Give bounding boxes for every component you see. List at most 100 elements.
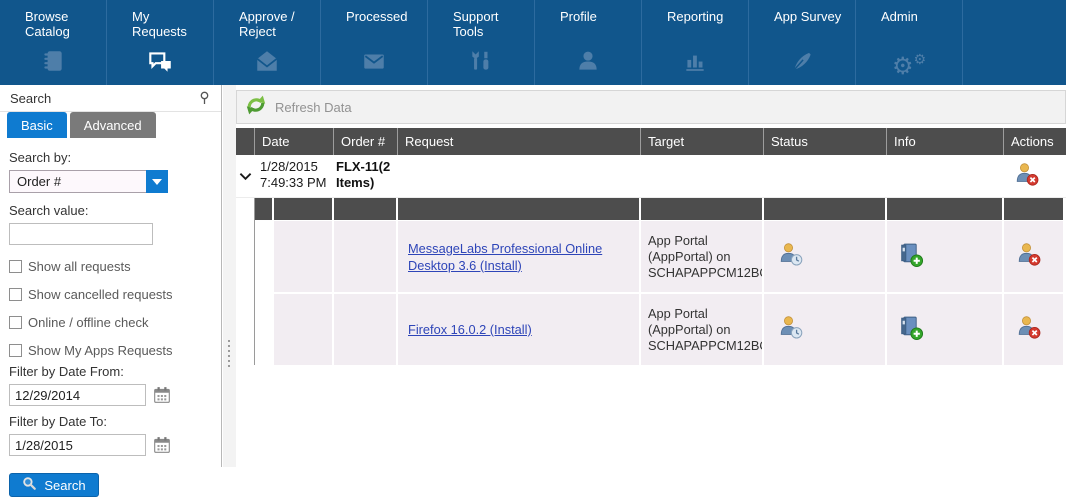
pin-icon[interactable] [198, 91, 211, 105]
survey-pen-icon [789, 48, 815, 79]
request-link[interactable]: Firefox 16.0.2 (Install) [408, 321, 532, 338]
request-link[interactable]: MessageLabs Professional Online Desktop … [408, 240, 629, 274]
column-header-request[interactable]: Request [397, 128, 640, 155]
status-cell [764, 294, 887, 365]
checkbox-label: Show My Apps Requests [28, 343, 173, 358]
checkbox-show-all-requests[interactable]: Show all requests [9, 259, 221, 274]
date-from-label: Filter by Date From: [9, 364, 221, 379]
nav-processed[interactable]: Processed [321, 0, 428, 85]
checkbox-box[interactable] [9, 344, 22, 357]
nav-approve-reject[interactable]: Approve / Reject [214, 0, 321, 85]
group-order-number: FLX-11(2 Items) [333, 155, 397, 197]
search-by-value: Order # [9, 170, 146, 193]
search-button-label: Search [44, 478, 85, 493]
search-button[interactable]: Search [9, 473, 99, 497]
info-cell [887, 221, 1004, 292]
nested-items-grid: MessageLabs Professional Online Desktop … [254, 198, 1066, 365]
refresh-icon[interactable] [245, 94, 267, 121]
magnifier-icon [22, 476, 37, 494]
calendar-icon[interactable] [153, 436, 171, 454]
expander-column-header [236, 128, 254, 155]
panel-splitter[interactable] [223, 85, 236, 467]
group-actions-cell [1003, 155, 1066, 197]
date-to-input[interactable] [9, 434, 146, 456]
package-add-icon[interactable] [897, 314, 924, 346]
nav-reporting[interactable]: Reporting [642, 0, 749, 85]
checkbox-show-my-apps-requests[interactable]: Show My Apps Requests [9, 343, 221, 358]
dropdown-button[interactable] [146, 170, 168, 193]
request-cell: Firefox 16.0.2 (Install) [398, 294, 641, 365]
status-cell [764, 221, 887, 292]
requests-grid: Date Order # Request Target Status Info … [236, 128, 1066, 365]
nested-header-row [255, 198, 1066, 220]
user-cancel-icon[interactable] [1016, 314, 1042, 345]
nav-app-survey[interactable]: App Survey [749, 0, 856, 85]
nav-browse-catalog[interactable]: Browse Catalog [0, 0, 107, 85]
calendar-icon[interactable] [153, 386, 171, 404]
gears-icon: ⚙⚙ [892, 48, 926, 78]
tab-basic[interactable]: Basic [7, 112, 67, 138]
date-to-label: Filter by Date To: [9, 414, 221, 429]
nav-label: Reporting [642, 9, 748, 45]
user-pending-icon[interactable] [778, 314, 804, 345]
user-cancel-icon[interactable] [1014, 161, 1040, 192]
package-add-icon[interactable] [897, 241, 924, 273]
nav-admin[interactable]: Admin ⚙⚙ [856, 0, 963, 85]
date-from-input[interactable] [9, 384, 146, 406]
search-value-label: Search value: [9, 203, 221, 218]
envelope-open-icon [254, 48, 280, 79]
column-header-actions[interactable]: Actions [1003, 128, 1066, 155]
search-value-input[interactable] [9, 223, 153, 245]
checkbox-label: Show all requests [28, 259, 131, 274]
checkbox-box[interactable] [9, 316, 22, 329]
column-header-status[interactable]: Status [763, 128, 886, 155]
nav-profile[interactable]: Profile [535, 0, 642, 85]
date-cell [274, 294, 334, 365]
nav-label: Processed [321, 9, 427, 45]
nav-label: Support Tools [428, 9, 534, 45]
user-pending-icon[interactable] [778, 241, 804, 272]
target-cell: App Portal (AppPortal) on SCHAPAPPCM12BO… [641, 221, 764, 292]
envelope-icon [361, 48, 387, 79]
date-cell [274, 221, 334, 292]
search-tabs: Basic Advanced [0, 112, 221, 138]
nav-label: Admin [856, 9, 962, 45]
column-header-date[interactable]: Date [254, 128, 333, 155]
search-sidebar: Search Basic Advanced Search by: Order #… [0, 85, 222, 467]
grid-header-row: Date Order # Request Target Status Info … [236, 128, 1066, 155]
requests-panel: Refresh Data Date Order # Request Target… [236, 85, 1066, 467]
nav-support-tools[interactable]: Support Tools [428, 0, 535, 85]
sidebar-header: Search [0, 85, 221, 112]
target-cell: App Portal (AppPortal) on SCHAPAPPCM12BO… [641, 294, 764, 365]
nav-label: Profile [535, 9, 641, 45]
bar-chart-icon [682, 48, 708, 79]
tools-icon [468, 48, 494, 79]
chat-bubbles-icon [146, 48, 174, 79]
user-cancel-icon[interactable] [1016, 241, 1042, 272]
column-header-target[interactable]: Target [640, 128, 763, 155]
order-cell [334, 294, 398, 365]
search-by-label: Search by: [9, 150, 221, 165]
checkbox-online-offline-check[interactable]: Online / offline check [9, 315, 221, 330]
person-icon [575, 48, 601, 79]
checkbox-label: Online / offline check [28, 315, 148, 330]
collapse-chevron-icon[interactable] [236, 155, 254, 197]
nav-label: My Requests [107, 9, 213, 45]
grid-toolbar: Refresh Data [236, 90, 1066, 124]
column-header-order[interactable]: Order # [333, 128, 397, 155]
tab-advanced[interactable]: Advanced [70, 112, 156, 138]
search-by-dropdown[interactable]: Order # [9, 170, 168, 193]
refresh-data-button[interactable]: Refresh Data [275, 100, 352, 115]
request-row: MessageLabs Professional Online Desktop … [255, 221, 1066, 292]
request-row: Firefox 16.0.2 (Install) App Portal (App… [255, 294, 1066, 365]
sidebar-title: Search [10, 91, 51, 106]
column-header-info[interactable]: Info [886, 128, 1003, 155]
request-cell: MessageLabs Professional Online Desktop … [398, 221, 641, 292]
chevron-down-icon [152, 179, 162, 185]
order-cell [334, 221, 398, 292]
checkbox-box[interactable] [9, 260, 22, 273]
checkbox-box[interactable] [9, 288, 22, 301]
top-navigation: Browse Catalog My Requests Approve / Rej… [0, 0, 1066, 85]
nav-my-requests[interactable]: My Requests [107, 0, 214, 85]
checkbox-show-cancelled-requests[interactable]: Show cancelled requests [9, 287, 221, 302]
